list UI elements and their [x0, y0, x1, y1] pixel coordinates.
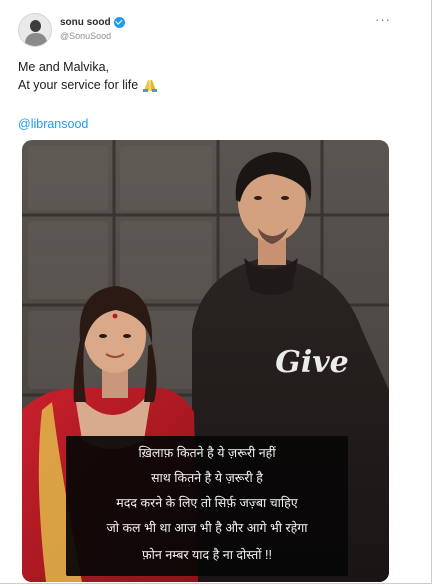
caption-line-3: मदद करने के लिए तो सिर्फ़ जज़्बा चाहिए	[116, 496, 298, 510]
caption-line-1: ख़िलाफ़ कितने है ये ज़रूरी नहीं	[138, 446, 276, 460]
avatar-head	[30, 20, 41, 32]
verified-badge-icon	[113, 16, 125, 28]
author-handle[interactable]: @SonuSood	[60, 31, 111, 41]
folded-hands-icon	[141, 78, 159, 92]
author-row: sonu sood	[60, 15, 125, 29]
author-name[interactable]: sonu sood	[60, 17, 111, 28]
tweet-text-line-2-text: At your service for life	[18, 78, 139, 92]
mention-link[interactable]: @libransood	[18, 117, 88, 131]
avatar-body	[25, 33, 47, 46]
tweet-text-line-1: Me and Malvika,	[18, 60, 110, 74]
photo-caption-box: ख़िलाफ़ कितने है ये ज़रूरी नहीं साथ कितन…	[66, 436, 348, 576]
tweet-text-line-2: At your service for life	[18, 78, 159, 92]
avatar[interactable]	[18, 13, 52, 47]
caption-line-5: फ़ोन नम्बर याद है ना दोस्तों !!	[142, 548, 272, 562]
caption-line-4: जो कल भी था आज भी है और आगे भी रहेगा	[106, 521, 308, 535]
tweet-photo[interactable]: Give ख़िलाफ़ कितने है ये ज़रूरी नहीं साथ…	[22, 140, 389, 582]
caption-line-2: साथ कितने है ये ज़रूरी है	[151, 471, 263, 485]
shirt-logo-text: Give	[275, 345, 349, 380]
more-options-icon[interactable]: ···	[375, 12, 391, 27]
